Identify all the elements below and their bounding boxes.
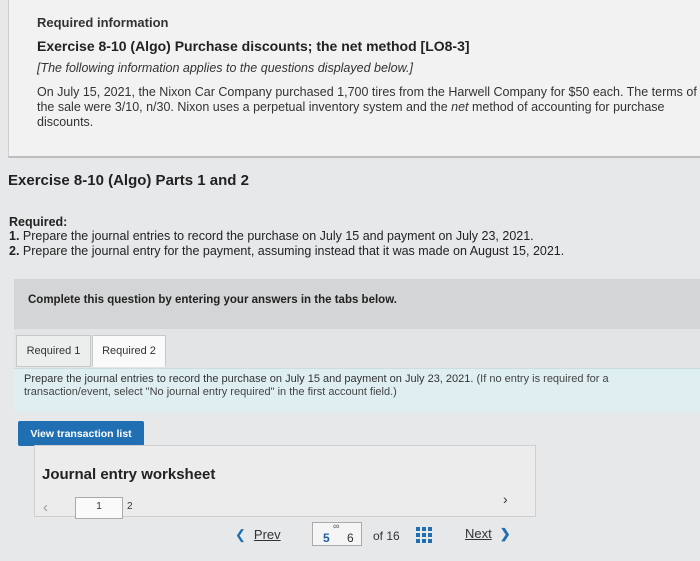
requirements-list: 1. Prepare the journal entries to record…	[9, 229, 564, 259]
complete-question-text: Complete this question by entering your …	[28, 294, 397, 306]
chevron-right-icon: ❯	[499, 526, 511, 541]
tab-required-2[interactable]: Required 2	[92, 335, 166, 367]
worksheet-page-1[interactable]: 1	[75, 497, 123, 519]
view-transaction-list-button[interactable]: View transaction list	[18, 421, 144, 446]
required-label: Required:	[9, 215, 68, 229]
page-indicator[interactable]: ∞ 5 6	[312, 521, 362, 546]
tabs-bar: Required 1 Required 2	[14, 329, 700, 371]
chevron-left-icon: ❮	[235, 527, 246, 542]
next-button[interactable]: Next ❯	[465, 526, 511, 542]
chevron-right-icon[interactable]: ›	[503, 491, 508, 507]
page-number-current: 5	[323, 531, 330, 545]
page-total: of 16	[373, 529, 400, 543]
scenario-text-net: net	[451, 100, 469, 114]
required-information-heading: Required information	[37, 15, 169, 30]
question-pager: ❮ Prev ∞ 5 6 of 16 Next ❯	[0, 520, 700, 550]
scenario-text: On July 15, 2021, the Nixon Car Company …	[37, 85, 697, 130]
exercise-title: Exercise 8-10 (Algo) Purchase discounts;…	[37, 38, 470, 54]
grid-icon[interactable]	[416, 527, 432, 543]
parts-title: Exercise 8-10 (Algo) Parts 1 and 2	[8, 172, 249, 189]
chevron-left-icon[interactable]: ‹	[43, 499, 48, 516]
page-number-next: 6	[347, 531, 354, 545]
instruction-text: Prepare the journal entries to record th…	[24, 373, 609, 398]
info-note: [The following information applies to th…	[37, 61, 413, 75]
instruction-box: Prepare the journal entries to record th…	[14, 368, 700, 412]
prev-button[interactable]: ❮ Prev	[235, 527, 281, 543]
link-icon: ∞	[333, 521, 340, 531]
requirement-item-1: 1. Prepare the journal entries to record…	[9, 229, 534, 243]
required-information-panel: Required information Exercise 8-10 (Algo…	[8, 0, 700, 158]
worksheet-page-2[interactable]: 2	[127, 501, 133, 512]
journal-entry-worksheet: Journal entry worksheet ‹ 1 2 ›	[34, 445, 536, 519]
tab-required-1[interactable]: Required 1	[16, 335, 91, 367]
worksheet-title: Journal entry worksheet	[42, 466, 216, 483]
complete-question-banner: Complete this question by entering your …	[14, 279, 700, 329]
requirement-item-2: 2. Prepare the journal entry for the pay…	[9, 244, 565, 258]
